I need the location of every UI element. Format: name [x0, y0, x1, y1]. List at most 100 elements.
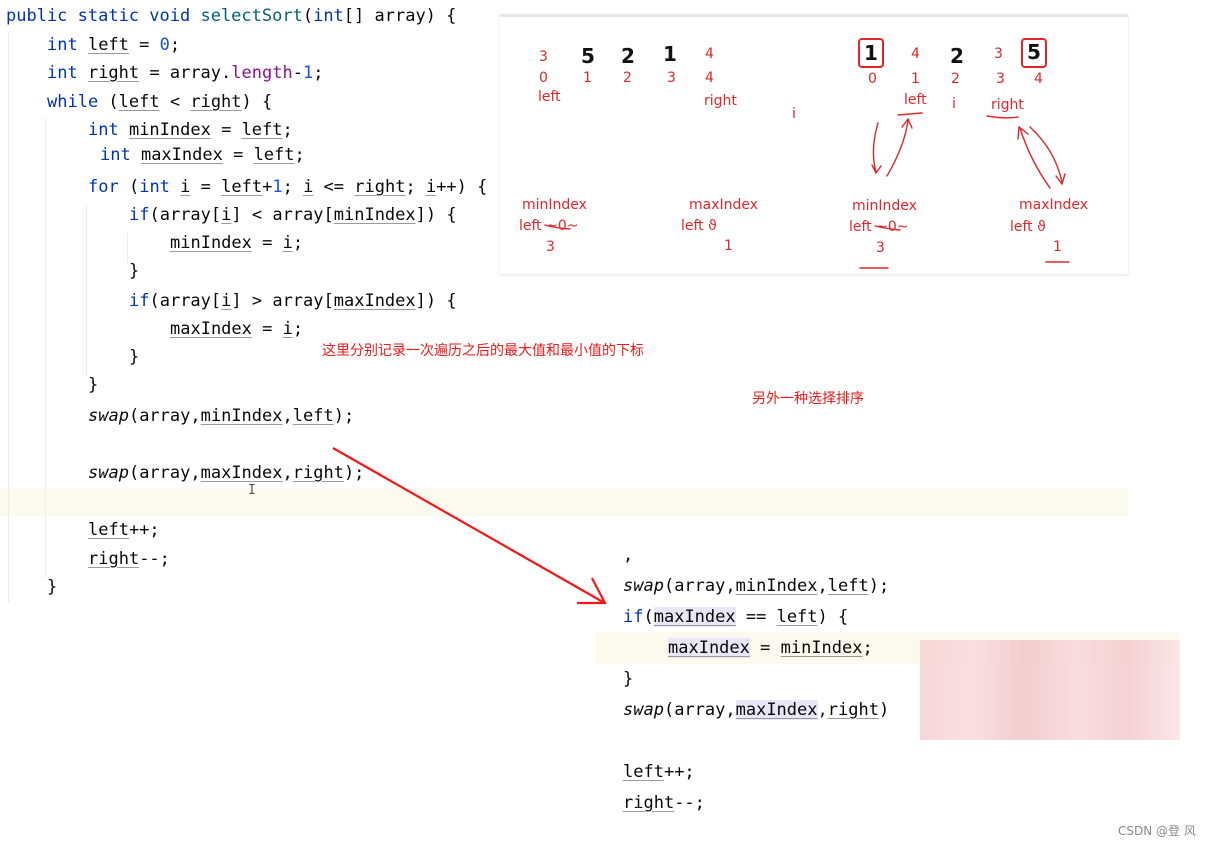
code-token-var: minIndex: [128, 120, 211, 140]
code-token-kw: int: [47, 35, 88, 55]
code-token-p: (: [108, 92, 119, 112]
code-token-p: --;: [139, 549, 170, 569]
code-line[interactable]: while (left < right) {: [47, 91, 272, 113]
code-line[interactable]: public static void selectSort(int[] arra…: [6, 5, 456, 27]
code-line[interactable]: left++;: [88, 519, 160, 541]
code-token-var: right: [623, 793, 675, 813]
code-token-p: }: [129, 347, 140, 367]
code-token-var: i: [282, 319, 293, 339]
code-line[interactable]: swap(array,minIndex,left);: [88, 405, 354, 427]
code-token-p: <=: [313, 177, 355, 197]
watermark: CSDN @登 风: [1118, 824, 1196, 838]
left-label: left: [904, 92, 927, 108]
array-value: 5: [581, 44, 595, 68]
code-token-p: =: [749, 638, 781, 658]
code-token-var: left: [88, 520, 129, 540]
array-value: 5: [1027, 40, 1041, 64]
code-token-varhl: maxIndex: [668, 638, 750, 658]
code-token-kw: int: [47, 63, 88, 83]
code-token-p: ;: [169, 35, 181, 55]
code-token-field: length: [231, 63, 293, 83]
code-line[interactable]: int minIndex = left;: [88, 119, 293, 141]
code-token-var: right: [190, 92, 242, 112]
code-token-kw: if: [129, 291, 150, 311]
code-token-it: swap: [623, 576, 664, 596]
code-token-var: right: [87, 63, 140, 83]
code-line[interactable]: int maxIndex = left;: [100, 144, 305, 166]
code-token-p: (: [643, 607, 654, 627]
array-index: 1: [911, 71, 920, 87]
code-token-p: ++) {: [436, 177, 488, 197]
code-token-p: = array.: [139, 63, 232, 83]
code-token-p: ,: [623, 545, 634, 565]
code-token-p: =: [222, 145, 254, 165]
code-line[interactable]: }: [47, 576, 57, 598]
max-index-value: 1: [724, 238, 733, 254]
code-token-p: =: [210, 120, 242, 140]
annotation-record-indices: 这里分别记录一次遍历之后的最大值和最小值的下标: [322, 343, 644, 359]
min-index-line: left ~0~: [519, 218, 579, 234]
array-value: 1: [864, 41, 878, 65]
array-index: 0: [539, 70, 548, 86]
code-line[interactable]: }: [623, 668, 633, 690]
code-token-var: minIndex: [735, 576, 818, 596]
code-line[interactable]: if(array[i] < array[minIndex]) {: [129, 204, 457, 226]
code-token-kw: if: [129, 205, 150, 225]
code-line[interactable]: swap(array,maxIndex,right): [623, 699, 889, 721]
code-token-var: left: [241, 120, 283, 140]
code-token-p: (array,: [128, 406, 201, 426]
indent-guide: [45, 118, 46, 578]
code-line[interactable]: if(array[i] > array[maxIndex]) {: [129, 290, 457, 312]
left-label: left: [538, 89, 561, 105]
code-token-p: =: [128, 35, 160, 55]
code-line[interactable]: swap(array,minIndex,left);: [623, 575, 889, 597]
code-token-p: (array,: [663, 576, 736, 596]
code-line[interactable]: ,: [623, 544, 633, 566]
code-line[interactable]: minIndex = i;: [170, 232, 303, 254]
code-line[interactable]: maxIndex = i;: [170, 318, 303, 340]
code-token-varhl: maxIndex: [653, 607, 736, 627]
code-token-p: ;: [292, 319, 304, 339]
code-token-var: left: [623, 762, 664, 782]
code-line[interactable]: for (int i = left+1; i <= right; i++) {: [88, 176, 487, 198]
code-line[interactable]: right--;: [88, 548, 170, 570]
i-label: i: [792, 106, 796, 122]
indent-guide: [127, 233, 128, 263]
code-line[interactable]: right--;: [623, 792, 705, 814]
code-line[interactable]: }: [88, 374, 98, 396]
code-line[interactable]: swap(array,maxIndex,right);: [88, 462, 364, 484]
array-index: 4: [1034, 71, 1043, 87]
code-line[interactable]: maxIndex = minIndex;: [668, 637, 873, 659]
code-line[interactable]: int left = 0;: [47, 34, 180, 56]
code-token-fn: selectSort: [200, 6, 303, 26]
code-line[interactable]: left++;: [623, 761, 695, 783]
code-token-var: minIndex: [780, 638, 863, 658]
array-value: 2: [621, 44, 635, 68]
code-token-var: left: [776, 607, 818, 627]
code-token-p: (: [302, 6, 314, 26]
redacted-blur: [920, 640, 1180, 740]
code-token-p: }: [47, 577, 58, 597]
code-token-kw: if: [623, 607, 644, 627]
code-token-p: ==: [735, 607, 777, 627]
array-value: 3: [994, 46, 1003, 62]
text-cursor-icon: I: [248, 483, 256, 498]
code-token-p: ) {: [817, 607, 849, 627]
array-value: 4: [911, 46, 920, 62]
max-index-line: left ϑ: [681, 218, 717, 234]
code-line[interactable]: if(maxIndex == left) {: [623, 606, 848, 628]
code-token-var: i: [425, 177, 437, 197]
code-line[interactable]: int right = array.length-1;: [47, 62, 323, 84]
array-index: 0: [868, 71, 877, 87]
code-token-kw: int: [313, 6, 344, 26]
max-index-title: maxIndex: [1019, 197, 1089, 213]
code-token-var: left: [87, 35, 129, 55]
code-token-p: =: [251, 319, 283, 339]
code-line[interactable]: }: [129, 346, 139, 368]
min-index-value: 3: [876, 240, 885, 256]
array-index: 1: [583, 70, 592, 86]
code-token-p: =: [251, 233, 283, 253]
code-line[interactable]: }: [129, 260, 139, 282]
code-token-p: ++;: [663, 762, 695, 782]
code-token-p: (array[: [149, 291, 222, 311]
